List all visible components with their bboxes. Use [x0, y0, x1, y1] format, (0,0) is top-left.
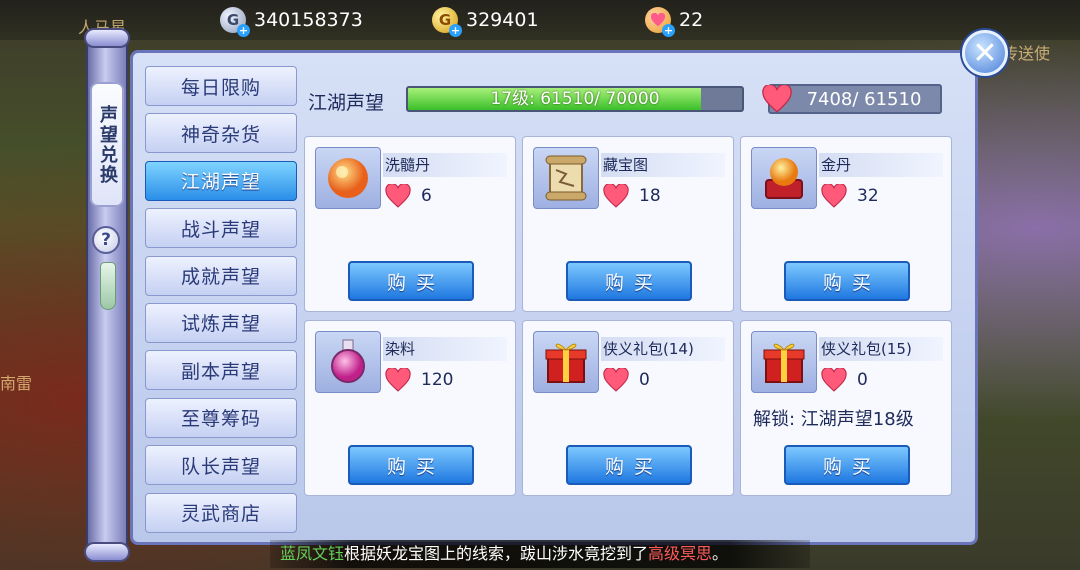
jade-tassel-icon [100, 262, 116, 310]
heart-icon [385, 184, 411, 208]
news-ticker: 蓝凤文钰根据妖龙宝图上的线索，跋山涉水竟挖到了高级冥思。 [270, 540, 810, 568]
item-name: 侠义礼包(14) [601, 337, 725, 361]
reputation-label: 江湖声望 [308, 92, 385, 114]
gold-currency: G + 329401 [432, 7, 539, 37]
reputation-points: 7408/ 61510 [762, 84, 942, 114]
menu-item[interactable]: 灵武商店 [145, 492, 297, 533]
heart-icon [762, 85, 792, 113]
item-icon-box[interactable] [315, 331, 381, 393]
gold-coin-icon[interactable]: G + [432, 7, 462, 37]
treasure-map-icon [545, 155, 587, 201]
add-icon[interactable]: + [237, 24, 250, 37]
gift-box-icon [545, 343, 587, 383]
gift-box-icon [763, 343, 805, 383]
item-price-value: 0 [639, 370, 650, 390]
bg-npc-label: 南雷 [0, 374, 33, 393]
add-icon[interactable]: + [662, 24, 675, 37]
item-price-value: 18 [639, 186, 661, 206]
item-name: 侠义礼包(15) [819, 337, 943, 361]
menu-item[interactable]: 神奇杂货 [145, 113, 297, 154]
item-name: 金丹 [819, 153, 943, 177]
buy-button[interactable]: 购买 [348, 445, 474, 485]
buy-button[interactable]: 购买 [784, 261, 910, 301]
item-icon-box[interactable] [751, 147, 817, 209]
help-button[interactable]: ? [92, 226, 120, 254]
item-price-value: 0 [857, 370, 868, 390]
item-price: 0 [819, 367, 868, 393]
ticker-text: 根据妖龙宝图上的线索，跋山涉水竟挖到了 [344, 544, 649, 563]
buy-button[interactable]: 购买 [566, 445, 692, 485]
item-price: 6 [383, 183, 432, 209]
bg-npc-label: 传送使 [1002, 44, 1051, 63]
menu-item[interactable]: 副本声望 [145, 350, 297, 391]
item-icon-box[interactable] [533, 331, 599, 393]
dye-potion-icon [331, 339, 365, 383]
silver-value: 340158373 [254, 9, 363, 31]
menu-item[interactable]: 至尊筹码 [145, 397, 297, 438]
heart-value: 22 [679, 9, 704, 31]
reputation-points-value: 7408/ 61510 [806, 88, 922, 110]
heart-icon [603, 184, 629, 208]
item-name: 洗髓丹 [383, 153, 507, 177]
heart-icon [821, 368, 847, 392]
buy-button[interactable]: 购买 [566, 261, 692, 301]
item-price: 32 [819, 183, 879, 209]
silver-currency: G + 340158373 [220, 7, 363, 37]
item-icon-box[interactable] [751, 331, 817, 393]
heart-icon [385, 368, 411, 392]
heart-currency: + 22 [645, 7, 704, 37]
menu-item[interactable]: 每日限购 [145, 66, 297, 106]
item-price: 0 [601, 367, 650, 393]
heart-icon [603, 368, 629, 392]
item-card: 金丹 32 购买 [740, 136, 952, 312]
silver-coin-icon[interactable]: G + [220, 7, 250, 37]
item-icon-box[interactable] [533, 147, 599, 209]
heart-icon [821, 184, 847, 208]
buy-button[interactable]: 购买 [784, 445, 910, 485]
item-price-value: 32 [857, 186, 879, 206]
item-card: 洗髓丹 6 购买 [304, 136, 516, 312]
menu-item[interactable]: 试炼声望 [145, 302, 297, 343]
ticker-highlight: 高级冥思 [648, 544, 713, 563]
item-card: 藏宝图 18 购买 [522, 136, 734, 312]
category-menu: 每日限购神奇杂货江湖声望战斗声望成就声望试炼声望副本声望至尊筹码队长声望灵武商店 [145, 66, 297, 540]
item-price-value: 120 [421, 370, 454, 390]
close-button[interactable]: ✕ [962, 30, 1008, 76]
pillar-cap [84, 542, 130, 562]
menu-item[interactable]: 成就声望 [145, 255, 297, 296]
close-icon: ✕ [972, 35, 998, 71]
item-price: 120 [383, 367, 453, 393]
item-price: 18 [601, 183, 661, 209]
item-unlock-requirement: 解锁: 江湖声望18级 [753, 409, 914, 430]
item-card: 染料 120 购买 [304, 320, 516, 496]
ticker-end: 。 [712, 544, 729, 563]
orange-pill-icon [328, 158, 368, 198]
menu-item[interactable]: 队长声望 [145, 445, 297, 486]
item-name: 染料 [383, 337, 507, 361]
menu-item[interactable]: 江湖声望 [145, 160, 297, 201]
item-icon-box[interactable] [315, 147, 381, 209]
item-card: 侠义礼包(15) 0 解锁: 江湖声望18级购买 [740, 320, 952, 496]
item-name: 藏宝图 [601, 153, 725, 177]
golden-elixir-icon [765, 158, 803, 199]
reputation-progress-bar: 17级: 61510/ 70000 [406, 86, 744, 112]
tab-reputation-exchange[interactable]: 声望兑换 [90, 82, 124, 207]
menu-item[interactable]: 战斗声望 [145, 208, 297, 249]
buy-button[interactable]: 购买 [348, 261, 474, 301]
ticker-player-name[interactable]: 蓝凤文钰 [280, 544, 344, 563]
pillar-cap [84, 28, 130, 48]
content-area: 江湖声望 17级: 61510/ 70000 7408/ 61510 洗髓丹 6 购… [300, 74, 958, 534]
currency-bar: G + 340158373 G + 329401 + 22 [0, 0, 1080, 40]
item-card: 侠义礼包(14) 0 购买 [522, 320, 734, 496]
heart-coin-icon[interactable]: + [645, 7, 675, 37]
reputation-progress-text: 17级: 61510/ 70000 [490, 89, 660, 109]
item-price-value: 6 [421, 186, 432, 206]
add-icon[interactable]: + [449, 24, 462, 37]
gold-value: 329401 [466, 9, 539, 31]
